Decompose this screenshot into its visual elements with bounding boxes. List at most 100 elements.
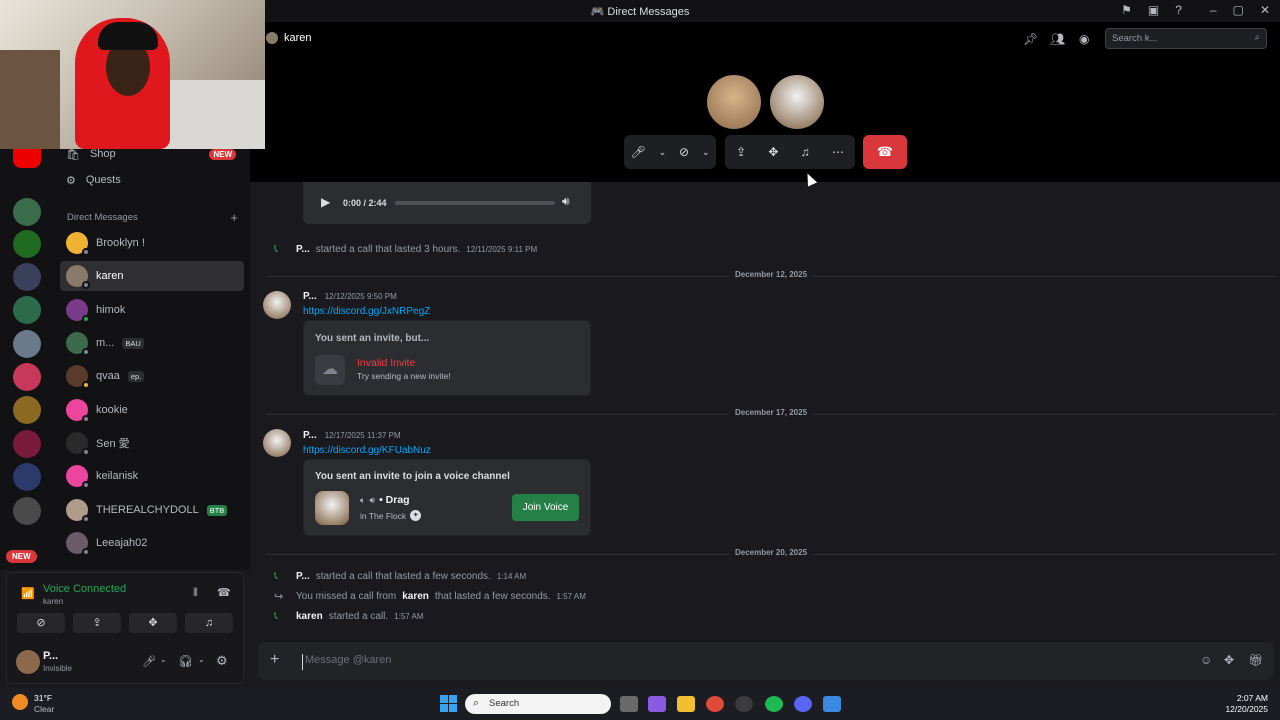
settings-gear-icon[interactable]: ⚙ [216, 653, 228, 669]
dm-item-leeajah[interactable]: Leeajah02 [60, 528, 244, 558]
quests-nav-item[interactable]: ⚙ Quests [60, 167, 244, 193]
invite-link[interactable]: https://discord.gg/JxNRPegZ [303, 306, 430, 317]
dm-item-sen[interactable]: Sen 愛 [60, 428, 244, 458]
copilot-icon[interactable] [648, 696, 666, 712]
soundboard-icon[interactable]: ♫ [801, 145, 810, 159]
microphone-icon[interactable]: 🎤︎ [142, 655, 156, 668]
screen-share-icon[interactable]: ⇪ [736, 145, 746, 159]
noise-suppression-icon[interactable]: ⦀ [193, 587, 198, 600]
discord-icon[interactable] [794, 696, 812, 712]
camera-off-icon[interactable]: ⊘ [679, 145, 689, 159]
headphones-icon[interactable]: 🎧︎ [178, 654, 193, 668]
volume-icon[interactable]: 🔊︎ [562, 194, 570, 209]
activities-button[interactable]: ✥ [129, 613, 177, 633]
dm-name: karen [96, 270, 124, 282]
user-profile-icon[interactable]: ◉ [1079, 32, 1089, 46]
minimize-button[interactable]: – [1210, 3, 1217, 17]
create-dm-button[interactable]: + [230, 210, 238, 225]
author-name[interactable]: P... [303, 430, 317, 441]
audio-progress-bar[interactable] [395, 201, 555, 205]
server-icon[interactable] [13, 263, 41, 291]
soundboard-button[interactable]: ♫ [185, 613, 233, 633]
spotify-icon[interactable] [765, 696, 783, 712]
server-icon[interactable] [13, 396, 41, 424]
end-call-button[interactable]: ☎ [863, 135, 907, 169]
attach-plus-icon[interactable]: + [270, 651, 279, 669]
join-voice-button[interactable]: Join Voice [512, 494, 579, 521]
server-icon[interactable] [13, 330, 41, 358]
chevron-down-icon[interactable]: ⌄ [659, 147, 667, 158]
search-input[interactable]: Search k... ⌕ [1105, 28, 1267, 49]
server-icon[interactable] [13, 296, 41, 324]
avatar [66, 465, 90, 489]
call-participant-avatar[interactable] [770, 75, 824, 129]
dm-item-brooklyn[interactable]: Brooklyn ! [60, 228, 244, 258]
avatar[interactable] [16, 650, 40, 674]
more-options-icon[interactable]: ⋯ [832, 145, 844, 159]
chrome-icon[interactable] [706, 696, 724, 712]
chevron-down-icon[interactable]: ⌄ [198, 655, 205, 664]
invite-link[interactable]: https://discord.gg/KFUabNuz [303, 445, 431, 456]
server-icon [315, 491, 349, 525]
screen-share-button[interactable]: ⇪ [73, 613, 121, 633]
dm-item-qvaa[interactable]: qvaa ep. [60, 361, 244, 391]
dm-item-therealchydoll[interactable]: THEREALCHYDOLL BTB [60, 495, 244, 525]
server-icon[interactable] [13, 430, 41, 458]
chevron-down-icon[interactable]: ⌄ [160, 655, 167, 664]
dm-item-himok[interactable]: himok [60, 295, 244, 325]
call-header: karen 📌︎ 👥︎ ◉ Search k... ⌕ 🎤︎ ⌄ ⊘ ⌄ ⇪ ✥… [250, 22, 1280, 182]
dm-item-kookie[interactable]: kookie [60, 395, 244, 425]
weather-icon[interactable] [12, 694, 28, 710]
clock-date: 12/20/2025 [1225, 704, 1268, 714]
dm-name: himok [96, 304, 126, 316]
windows-start-icon[interactable] [440, 695, 457, 712]
app-icon[interactable] [735, 696, 753, 712]
peer-name[interactable]: karen [284, 32, 312, 44]
disconnect-icon[interactable]: ☎ [217, 586, 231, 599]
author-name[interactable]: P... [296, 244, 310, 255]
author-name[interactable]: karen [296, 611, 323, 622]
avatar[interactable] [263, 291, 291, 319]
pin-icon[interactable]: 📌︎ [1023, 32, 1038, 46]
dm-item-karen[interactable]: karen [60, 261, 244, 291]
avatar [66, 332, 90, 356]
voice-status[interactable]: Voice Connected [43, 583, 126, 595]
server-icon[interactable] [13, 497, 41, 525]
apps-icon[interactable]: ✥ [1224, 653, 1234, 667]
call-participant-avatar[interactable] [707, 75, 761, 129]
help-icon[interactable]: ? [1175, 3, 1182, 17]
file-explorer-icon[interactable] [677, 696, 695, 712]
taskbar-search[interactable]: ⌕ Search [465, 694, 611, 714]
activities-icon[interactable]: ✥ [768, 145, 778, 159]
camera-off-button[interactable]: ⊘ [17, 613, 65, 633]
author-name[interactable]: P... [303, 291, 317, 302]
server-icon[interactable] [13, 230, 41, 258]
call-log-entry: 📞︎ P... started a call that lasted 3 hou… [274, 243, 537, 256]
message-input[interactable]: Message @karen [302, 654, 1182, 670]
chevron-down-icon[interactable]: ⌄ [702, 147, 710, 158]
maximize-button[interactable]: ▢ [1233, 3, 1244, 17]
server-icon[interactable] [13, 363, 41, 391]
discord-icon: 🎮 [590, 6, 605, 18]
audio-time: 0:00 / 2:44 [343, 198, 387, 208]
screen-icon[interactable]: ▣ [1148, 3, 1159, 17]
gift-icon[interactable]: 🎁︎ [1248, 653, 1263, 667]
microphone-icon[interactable]: 🎤︎ [630, 145, 645, 159]
avatar [66, 365, 90, 389]
server-icon[interactable] [13, 198, 41, 226]
sticker-icon[interactable]: ☺ [1200, 653, 1212, 667]
avatar [66, 499, 90, 523]
close-button[interactable]: ✕ [1260, 3, 1270, 17]
dm-item-keilanisk[interactable]: keilanisk [60, 461, 244, 491]
author-name[interactable]: karen [402, 591, 429, 602]
avatar[interactable] [263, 429, 291, 457]
task-view-icon[interactable] [620, 696, 638, 712]
add-friend-icon[interactable]: 👥︎ [1050, 32, 1065, 46]
author-name[interactable]: P... [296, 571, 310, 582]
inbox-flag-icon[interactable]: ⚑ [1121, 3, 1132, 17]
play-icon[interactable]: ▶ [321, 195, 330, 209]
dm-item-m[interactable]: m... BAU [60, 328, 244, 358]
avatar [66, 299, 90, 323]
server-icon[interactable] [13, 463, 41, 491]
app-store-icon[interactable] [823, 696, 841, 712]
